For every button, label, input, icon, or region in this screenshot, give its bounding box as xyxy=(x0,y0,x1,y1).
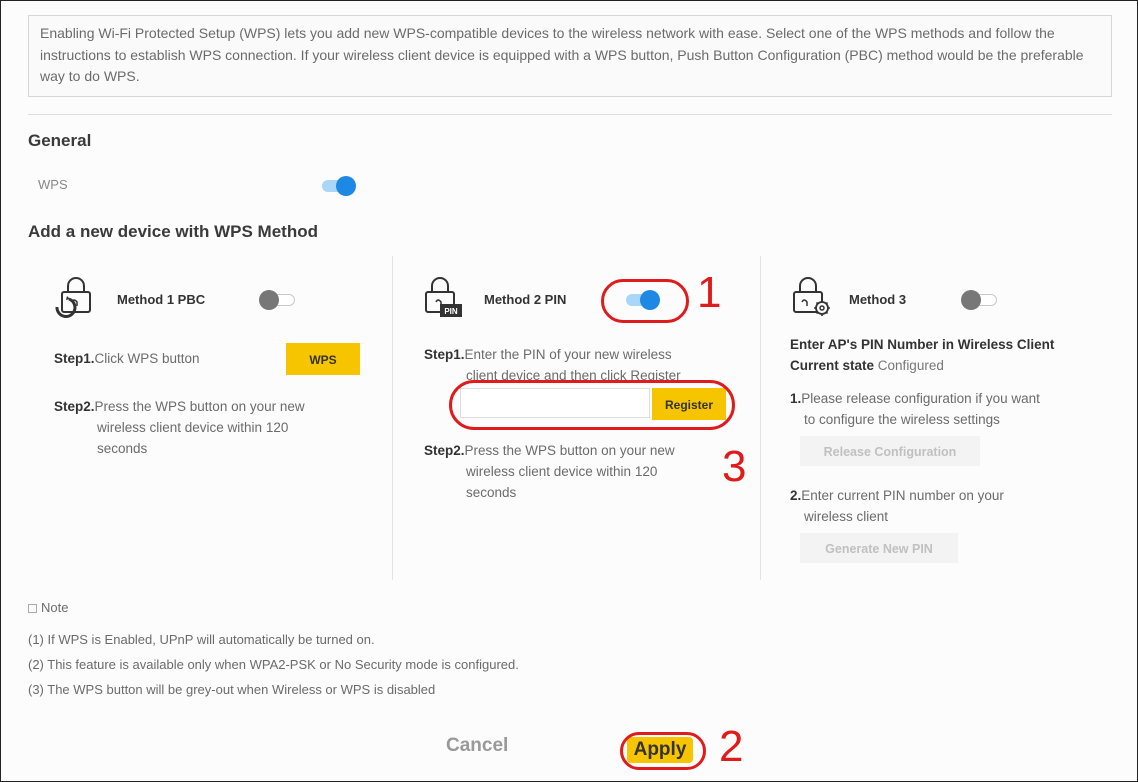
method3-toggle[interactable] xyxy=(961,290,999,310)
callout-outline-register xyxy=(449,380,735,430)
svg-text:PIN: PIN xyxy=(444,307,458,316)
column-divider xyxy=(392,256,393,580)
note-line: (1) If WPS is Enabled, UPnP will automat… xyxy=(28,632,375,647)
current-state-value: Configured xyxy=(877,358,944,373)
general-heading: General xyxy=(28,131,92,150)
divider xyxy=(28,114,1112,115)
callout-number-3: 3 xyxy=(722,442,747,491)
add-device-heading: Add a new device with WPS Method xyxy=(28,222,318,241)
method3-item1: 1.Please release configuration if you wa… xyxy=(790,391,1040,427)
method3-lock-gear-icon xyxy=(793,277,830,316)
callout-number-1: 1 xyxy=(697,268,722,317)
callout-number-2: 2 xyxy=(719,722,744,771)
method1-toggle[interactable] xyxy=(259,290,297,310)
method3-heading: Enter AP's PIN Number in Wireless Client… xyxy=(790,337,1055,373)
release-configuration-button[interactable]: Release Configuration xyxy=(800,436,980,466)
cancel-button[interactable]: Cancel xyxy=(446,735,508,757)
method2-step2: Step2.Press the WPS button on your new w… xyxy=(424,443,675,500)
method2-title: Method 2 PIN xyxy=(484,292,567,307)
note-line: (3) The WPS button will be grey-out when… xyxy=(28,682,436,697)
wps-toggle[interactable] xyxy=(318,176,356,196)
method3-item2: 2.Enter current PIN number on your wirel… xyxy=(790,488,1004,524)
note-icon xyxy=(28,604,37,614)
note-heading: Note xyxy=(28,600,68,615)
pin-lock-icon: PIN xyxy=(425,277,462,317)
method1-step1: Step1.Click WPS button xyxy=(54,351,200,366)
note-line: (2) This feature is available only when … xyxy=(28,657,519,672)
wps-label: WPS xyxy=(38,177,68,192)
method1-title: Method 1 PBC xyxy=(117,292,206,307)
column-divider xyxy=(760,256,761,580)
method1-step2: Step2.Press the WPS button on your new w… xyxy=(54,399,305,456)
generate-new-pin-button[interactable]: Generate New PIN xyxy=(800,533,958,563)
callout-outline-apply xyxy=(620,732,706,770)
pbc-lock-icon xyxy=(55,277,91,318)
method3-title: Method 3 xyxy=(849,292,907,307)
wps-button[interactable]: WPS xyxy=(286,343,360,375)
callout-outline-toggle xyxy=(601,279,689,323)
intro-text: Enabling Wi-Fi Protected Setup (WPS) let… xyxy=(28,15,1112,97)
